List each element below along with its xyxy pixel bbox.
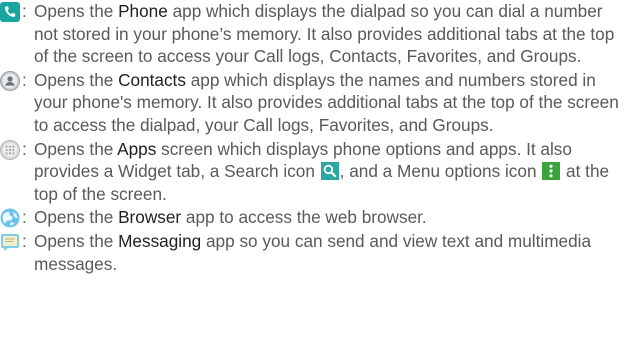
entry-colon: : [22,138,27,159]
app-name-browser: Browser [118,207,182,228]
entry-description: , and a Menu options icon [339,161,542,182]
messaging-icon [0,232,20,252]
app-name-contacts: Contacts [118,69,186,90]
entry-text-prefix: Opens the [34,207,119,228]
entry-colon: : [22,207,27,228]
apps-entry: : Opens the Apps screen which displays p… [0,138,634,206]
entry-text-prefix: Opens the [34,230,119,251]
entry-text-prefix: Opens the [34,69,119,90]
phone-entry: : Opens the Phone app which displays the… [0,0,634,68]
browser-entry: : Opens the Browser app to access the we… [0,206,634,229]
entry-description: app to access the web browser. [181,207,427,228]
search-icon [320,162,339,181]
menu-options-icon [542,162,561,181]
document: : Opens the Phone app which displays the… [0,0,634,275]
app-name-messaging: Messaging [118,230,202,251]
entry-text-prefix: Opens the [34,138,118,159]
entry-colon: : [22,1,27,21]
app-name-apps: Apps [117,138,157,159]
app-name-phone: Phone [118,1,168,21]
entry-colon: : [22,230,27,251]
apps-icon [0,139,20,160]
contacts-entry: : Opens the Contacts app which displays … [0,69,634,137]
contacts-icon [0,70,20,91]
phone-icon [0,2,20,22]
messaging-entry: : Opens the Messaging app so you can sen… [0,230,634,275]
browser-icon [0,208,20,228]
entry-text-prefix: Opens the [34,1,119,21]
entry-colon: : [22,69,27,90]
